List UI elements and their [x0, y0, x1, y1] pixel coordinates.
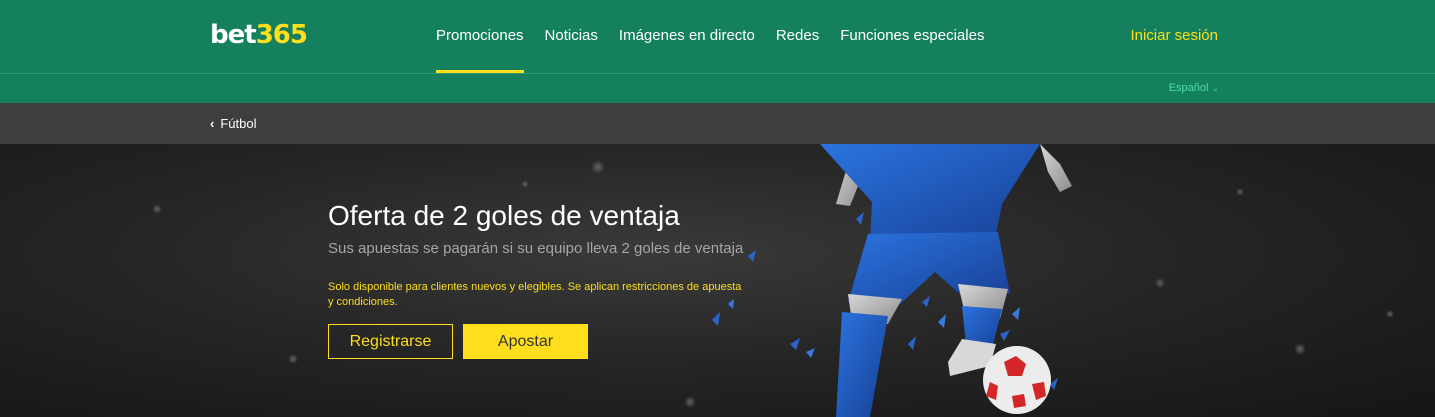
register-button[interactable]: Registrarse [328, 324, 453, 359]
breadcrumb-bar: ‹ Fútbol [0, 103, 1435, 144]
promo-disclaimer: Solo disponible para clientes nuevos y e… [328, 281, 742, 308]
promo-hero: Oferta de 2 goles de ventaja Sus apuesta… [0, 144, 1435, 417]
breadcrumb[interactable]: ‹ Fútbol [210, 103, 256, 144]
breadcrumb-label: Fútbol [220, 116, 257, 131]
bet365-logo[interactable]: bet365 [210, 20, 308, 50]
nav-item-noticias[interactable]: Noticias [545, 0, 598, 73]
logo-text: bet [210, 20, 257, 50]
chevron-down-icon: ⌄ [1211, 83, 1219, 93]
bet-button[interactable]: Apostar [463, 324, 588, 359]
nav-item-redes[interactable]: Redes [776, 0, 819, 73]
top-header: bet365 Promociones Noticias Imágenes en … [0, 0, 1435, 74]
logo-number: 365 [255, 20, 308, 50]
language-selector[interactable]: Español ⌄ [1169, 82, 1219, 94]
nav-item-funciones-especiales[interactable]: Funciones especiales [840, 0, 984, 73]
nav-item-promociones[interactable]: Promociones [436, 0, 524, 73]
language-label: Español [1168, 82, 1209, 94]
login-link[interactable]: Iniciar sesión [1130, 0, 1218, 72]
promo-title: Oferta de 2 goles de ventaja [328, 200, 680, 231]
promo-subtitle: Sus apuestas se pagarán si su equipo lle… [328, 240, 744, 257]
language-bar: Español ⌄ [0, 74, 1435, 103]
main-nav: Promociones Noticias Imágenes en directo… [436, 0, 1005, 73]
nav-item-imagenes-en-directo[interactable]: Imágenes en directo [619, 0, 755, 73]
chevron-left-icon: ‹ [210, 116, 215, 131]
